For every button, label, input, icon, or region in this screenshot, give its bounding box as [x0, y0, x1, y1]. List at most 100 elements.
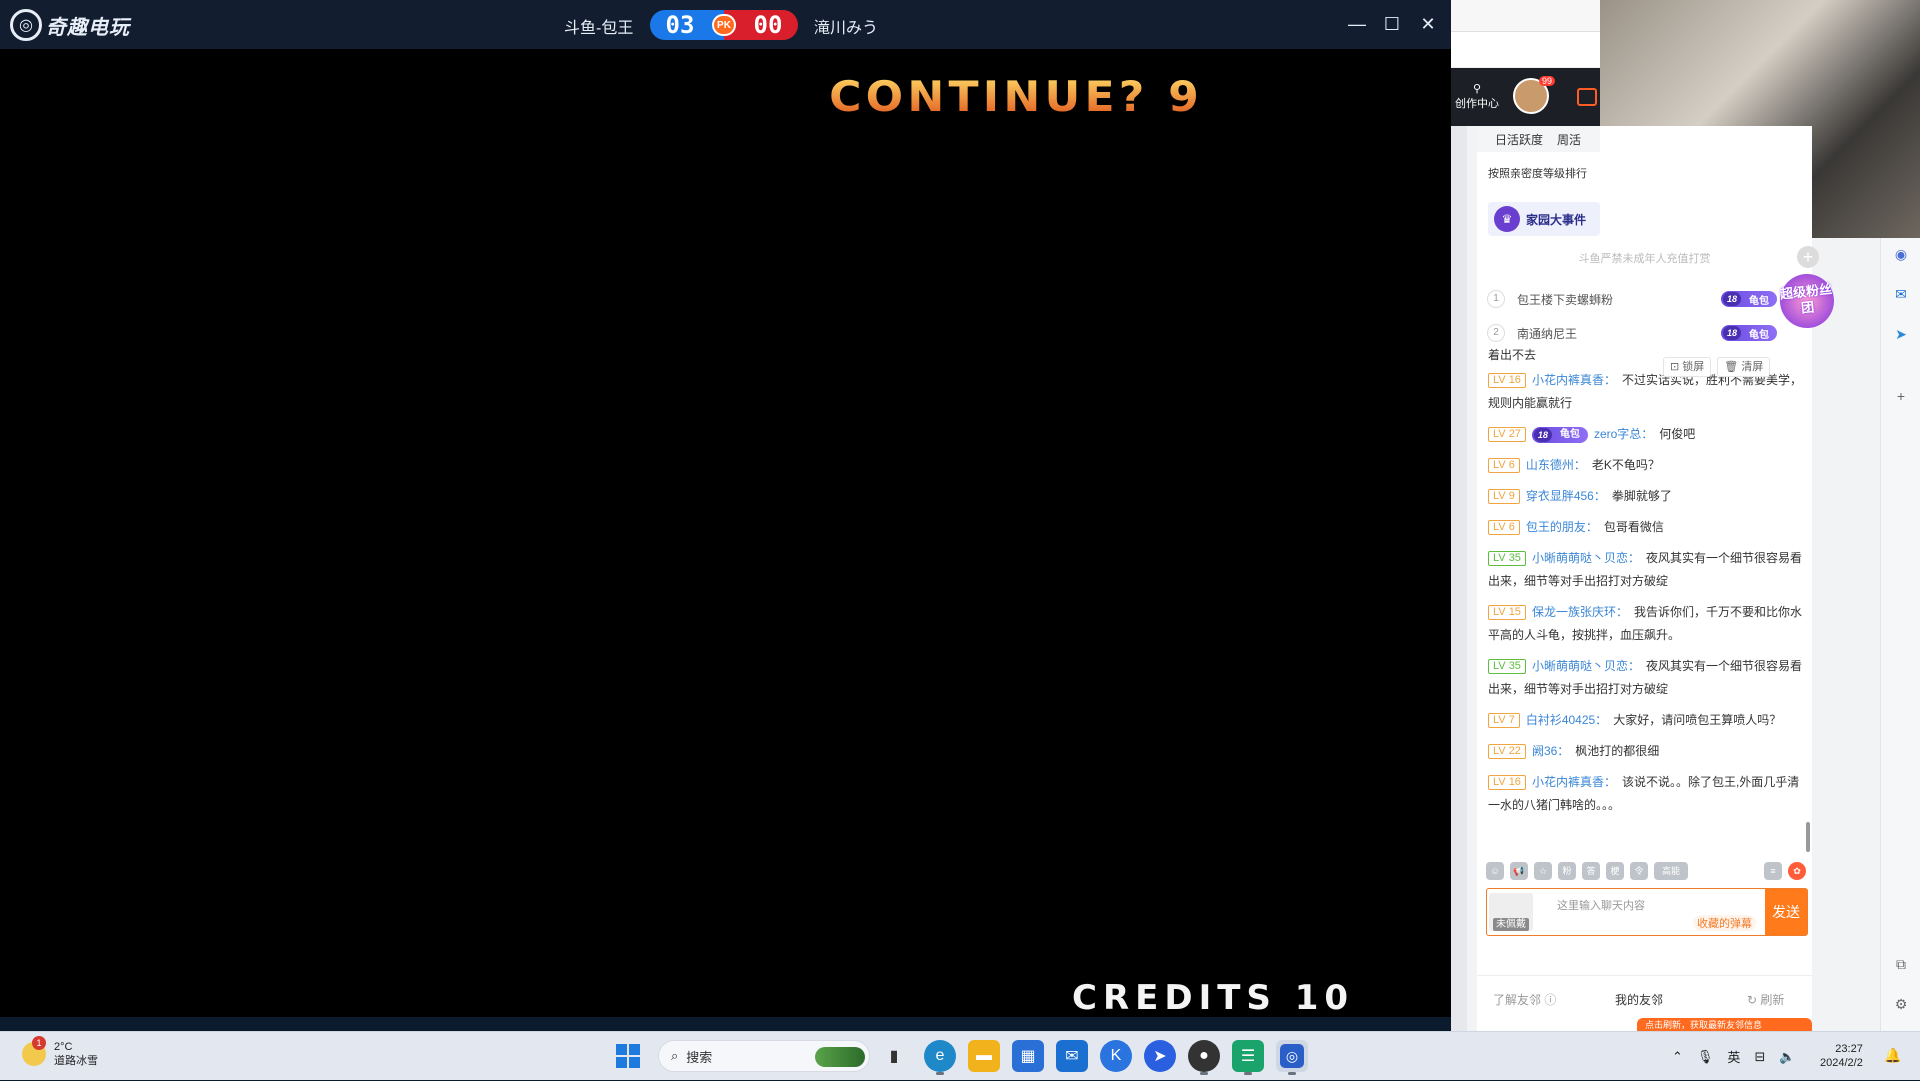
- chat-username[interactable]: 小晰萌萌哒丶贝恋：: [1532, 551, 1640, 565]
- chat-username[interactable]: 包王的朋友：: [1526, 520, 1598, 534]
- friends-section: 了解友邻 ⓘ 我的友邻 ↻ 刷新 点击刷新，获取最新友邻信息: [1477, 975, 1812, 1032]
- copilot-icon[interactable]: ◉: [1891, 244, 1911, 264]
- app-logo-icon: ◎: [10, 9, 42, 41]
- notification-bell-icon[interactable]: 🔔: [1884, 1047, 1901, 1064]
- douyu-top-nav: ⚲ 创作中心 99: [1451, 68, 1600, 126]
- weather-widget[interactable]: 1 2°C 道路冰雪: [22, 1036, 98, 1068]
- temperature: 2°C: [54, 1041, 73, 1053]
- answer-icon[interactable]: 答: [1582, 862, 1600, 880]
- feishu-icon[interactable]: ➤: [1144, 1040, 1176, 1072]
- user-level: LV 16: [1488, 775, 1526, 791]
- store-icon[interactable]: ▦: [1012, 1040, 1044, 1072]
- continue-countdown: CONTINUE? 9: [829, 72, 1204, 121]
- edge-icon[interactable]: e: [924, 1040, 956, 1075]
- chat-username[interactable]: 小花内裤真香：: [1532, 775, 1616, 789]
- badge-not-worn[interactable]: 未佩戴: [1489, 893, 1533, 931]
- obs-icon[interactable]: ●: [1188, 1040, 1220, 1075]
- chat-message: LV 15 保龙一族张庆环： 我告诉你们，千万不要和比你水平高的人斗龟，按挑拌，血压…: [1488, 601, 1803, 647]
- settings-icon[interactable]: ⚙: [1891, 994, 1911, 1014]
- chat-username[interactable]: 保龙一族张庆环：: [1532, 605, 1628, 619]
- network-icon[interactable]: ⊟: [1754, 1049, 1765, 1065]
- file-explorer-icon[interactable]: ▬: [968, 1040, 1000, 1072]
- chat-text: 大家好，请问喷包王算喷人吗？: [1613, 713, 1782, 727]
- send-button[interactable]: 发送: [1765, 889, 1807, 935]
- location-pin-icon: ⚲: [1472, 83, 1482, 95]
- refresh-banner[interactable]: 点击刷新，获取最新友邻信息: [1637, 1018, 1812, 1032]
- task-view-icon[interactable]: ▮: [878, 1040, 910, 1072]
- rank-row[interactable]: 1 包王楼下卖螺蛳粉 18 龟包: [1487, 288, 1807, 310]
- favorite-danmu-button[interactable]: 收藏的弹幕: [1693, 915, 1756, 931]
- my-neighbors-tab[interactable]: 我的友邻: [1615, 991, 1663, 1008]
- refresh-button[interactable]: ↻ 刷新: [1747, 991, 1784, 1008]
- chat-username[interactable]: 白衬衫40425：: [1526, 713, 1607, 727]
- know-friends-label: 了解友邻: [1493, 993, 1542, 1007]
- kugou-icon[interactable]: K: [1100, 1040, 1132, 1072]
- lock-screen-button[interactable]: ⊡ 锁屏: [1663, 357, 1712, 377]
- add-sidebar-icon[interactable]: +: [1891, 386, 1911, 406]
- volume-icon[interactable]: 🔈: [1779, 1049, 1795, 1065]
- notepad-icon[interactable]: ☰: [1232, 1040, 1264, 1075]
- send-icon[interactable]: ➤: [1891, 324, 1911, 344]
- star-icon[interactable]: ☆: [1534, 862, 1552, 880]
- chat-input[interactable]: 这里输入聊天内容: [1557, 897, 1645, 913]
- live-broadcast-icon[interactable]: [1577, 88, 1597, 106]
- tab-daily-activity[interactable]: 日活跃度: [1495, 131, 1543, 148]
- mail-icon[interactable]: ✉: [1056, 1040, 1088, 1072]
- chat-text: 枫池打的都很细: [1575, 744, 1660, 758]
- chat-scrollbar[interactable]: [1806, 822, 1810, 852]
- clear-screen-label: 清屏: [1741, 361, 1764, 373]
- pk-badge: PK: [712, 14, 736, 36]
- user-level: LV 35: [1488, 659, 1526, 675]
- chat-icon-row: ☺ 📢 ☆ 粉 答 梗 令 高能 ≡ ✿: [1486, 861, 1806, 881]
- chat-text: 何俊吧: [1659, 427, 1696, 441]
- minimize-button[interactable]: —: [1345, 12, 1369, 36]
- refresh-banner-label: 点击刷新，获取最新友邻信息: [1645, 1020, 1763, 1030]
- chat-username[interactable]: 小晰萌萌哒丶贝恋：: [1532, 659, 1640, 673]
- rank-row[interactable]: 2 南通纳尼王 18 龟包: [1487, 322, 1807, 344]
- meme-icon[interactable]: 梗: [1606, 862, 1624, 880]
- microphone-icon[interactable]: 🎙: [1697, 1049, 1714, 1065]
- creator-center-link[interactable]: ⚲ 创作中心: [1455, 82, 1499, 111]
- ime-indicator[interactable]: 英: [1727, 1047, 1740, 1066]
- help-icon: ⓘ: [1544, 993, 1557, 1007]
- chat-username[interactable]: zero字总：: [1594, 427, 1653, 441]
- emoji-icon[interactable]: ☺: [1486, 862, 1504, 880]
- fan-club: 龟包: [1559, 429, 1580, 441]
- user-level: LV 35: [1488, 551, 1526, 567]
- maximize-button[interactable]: ☐: [1380, 12, 1404, 36]
- game-screen[interactable]: [0, 49, 1451, 1017]
- chevron-up-icon[interactable]: ⌃: [1672, 1049, 1683, 1065]
- emulator-window: ◎ 奇趣电玩 斗鱼-包王 03 00 PK 滝川みう — ☐ ✕ CONTINU…: [0, 0, 1451, 1031]
- screenshot-icon[interactable]: ⧉: [1891, 954, 1911, 974]
- chat-username[interactable]: 阙36：: [1532, 744, 1569, 758]
- gift-icon[interactable]: ✿: [1788, 862, 1806, 880]
- filter-icon[interactable]: ≡: [1764, 862, 1782, 880]
- add-icon[interactable]: +: [1797, 246, 1819, 268]
- know-friends-link[interactable]: 了解友邻 ⓘ: [1493, 991, 1556, 1008]
- outlook-icon[interactable]: ✉: [1891, 284, 1911, 304]
- chat-username[interactable]: 穿衣显胖456：: [1526, 489, 1606, 503]
- family-events-button[interactable]: ♛ 家园大事件: [1488, 202, 1600, 236]
- high-energy-icon[interactable]: 高能: [1654, 862, 1688, 880]
- tab-weekly-activity[interactable]: 周活: [1557, 131, 1581, 148]
- chat-message: LV 27 18 龟包 zero字总： 何俊吧: [1488, 423, 1803, 446]
- taskbar-search[interactable]: ⌕ 搜索: [658, 1040, 870, 1072]
- taskbar-clock[interactable]: 23:27 2024/2/2: [1820, 1042, 1863, 1070]
- app-name: 奇趣电玩: [46, 16, 130, 39]
- title-bar[interactable]: ◎ 奇趣电玩 斗鱼-包王 03 00 PK 滝川みう — ☐ ✕: [0, 0, 1451, 49]
- fan-club: 龟包: [1749, 329, 1769, 341]
- fan-chat-icon[interactable]: 粉: [1558, 862, 1576, 880]
- player2-name: 滝川みう: [814, 20, 879, 37]
- megaphone-icon[interactable]: 📢: [1510, 862, 1528, 880]
- chat-text: 老K不龟吗？: [1591, 458, 1660, 472]
- emulator-taskbar-icon[interactable]: ◎: [1276, 1040, 1308, 1075]
- chat-message: LV 16 小花内裤真香： 该说不说。。除了包王,外面几乎清一水的八猪门韩啥的。。。: [1488, 771, 1803, 817]
- chat-input-box: 未佩戴 这里输入聊天内容 收藏的弹幕 发送: [1486, 888, 1808, 936]
- chat-username[interactable]: 小花内裤真香：: [1532, 373, 1616, 387]
- clear-screen-button[interactable]: 🗑 清屏: [1717, 357, 1771, 377]
- chat-username[interactable]: 山东德州：: [1526, 458, 1586, 472]
- user-level: LV 7: [1488, 713, 1520, 729]
- command-icon[interactable]: 令: [1630, 862, 1648, 880]
- start-icon[interactable]: [616, 1044, 640, 1068]
- close-button[interactable]: ✕: [1416, 12, 1440, 36]
